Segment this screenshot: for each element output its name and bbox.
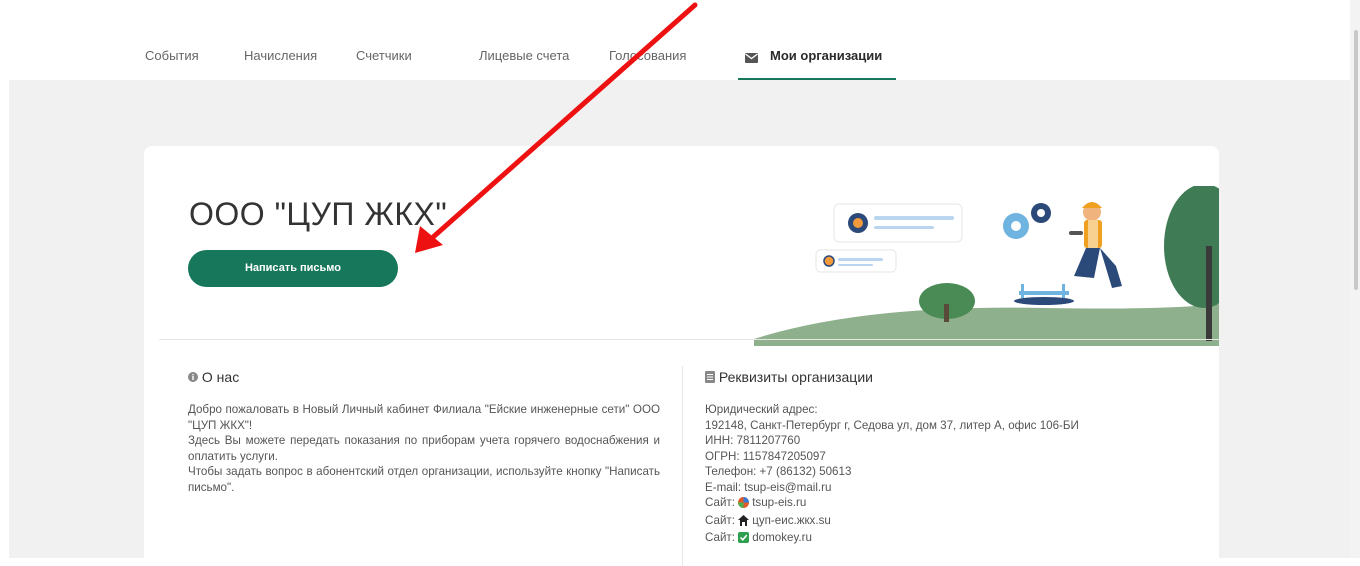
tab-meters[interactable]: Счетчики bbox=[356, 48, 412, 63]
organization-card: ООО "ЦУП ЖКХ" Написать письмо О нас Добр… bbox=[144, 146, 1219, 566]
about-line-welcome: Добро пожаловать в Новый Личный кабинет … bbox=[188, 403, 660, 432]
site-row: Сайт: domokey.ru bbox=[705, 530, 1079, 548]
write-letter-button[interactable]: Написать письмо bbox=[188, 250, 398, 287]
envelope-icon bbox=[745, 50, 758, 68]
tab-events[interactable]: События bbox=[145, 48, 199, 63]
tab-charges[interactable]: Начисления bbox=[244, 48, 317, 63]
inn-value: ИНН: 7811207760 bbox=[705, 434, 801, 447]
domokey-logo-icon bbox=[738, 532, 750, 548]
tsup-logo-icon bbox=[738, 497, 750, 513]
about-heading: О нас bbox=[188, 369, 239, 385]
column-divider bbox=[682, 366, 683, 566]
site-link[interactable]: цуп-еис.жкх.su bbox=[752, 514, 831, 527]
phone-value: Телефон: +7 (86132) 50613 bbox=[705, 465, 852, 478]
tab-voting[interactable]: Голосования bbox=[609, 48, 686, 63]
site-row: Сайт: tsup-eis.ru bbox=[705, 495, 1079, 513]
about-heading-label: О нас bbox=[201, 369, 240, 385]
about-text: Добро пожаловать в Новый Личный кабинет … bbox=[188, 402, 660, 495]
document-icon bbox=[705, 369, 719, 385]
site-link[interactable]: tsup-eis.ru bbox=[752, 496, 806, 509]
requisites-details: Юридический адрес: 192148, Санкт-Петербу… bbox=[705, 402, 1079, 548]
requisites-heading: Реквизиты организации bbox=[705, 369, 873, 385]
legal-address: 192148, Санкт-Петербург г, Седова ул, до… bbox=[705, 418, 1079, 432]
site-row: Сайт: цуп-еис.жкх.su bbox=[705, 513, 1079, 531]
house-icon bbox=[738, 514, 750, 531]
organization-title: ООО "ЦУП ЖКХ" bbox=[189, 196, 448, 232]
email-value: E-mail: tsup-eis@mail.ru bbox=[705, 480, 832, 494]
scrollbar-thumb[interactable] bbox=[1354, 30, 1358, 290]
info-icon bbox=[188, 369, 202, 385]
about-line-question: Чтобы задать вопрос в абонентский отдел … bbox=[188, 465, 660, 494]
top-navigation: События Начисления Счетчики Лицевые счет… bbox=[0, 0, 1350, 80]
about-line-services: Здесь Вы можете передать показания по пр… bbox=[188, 434, 660, 463]
requisites-heading-label: Реквизиты организации bbox=[718, 369, 873, 385]
tab-personal-accounts[interactable]: Лицевые счета bbox=[479, 48, 569, 63]
ogrn-value: ОГРН: 1157847205097 bbox=[705, 449, 826, 463]
worker-illustration bbox=[754, 186, 1219, 346]
tab-my-organizations[interactable]: Мои организации bbox=[770, 48, 882, 63]
site-link[interactable]: domokey.ru bbox=[752, 531, 812, 544]
section-divider bbox=[159, 339, 1219, 340]
legal-address-label: Юридический адрес: bbox=[705, 403, 818, 416]
